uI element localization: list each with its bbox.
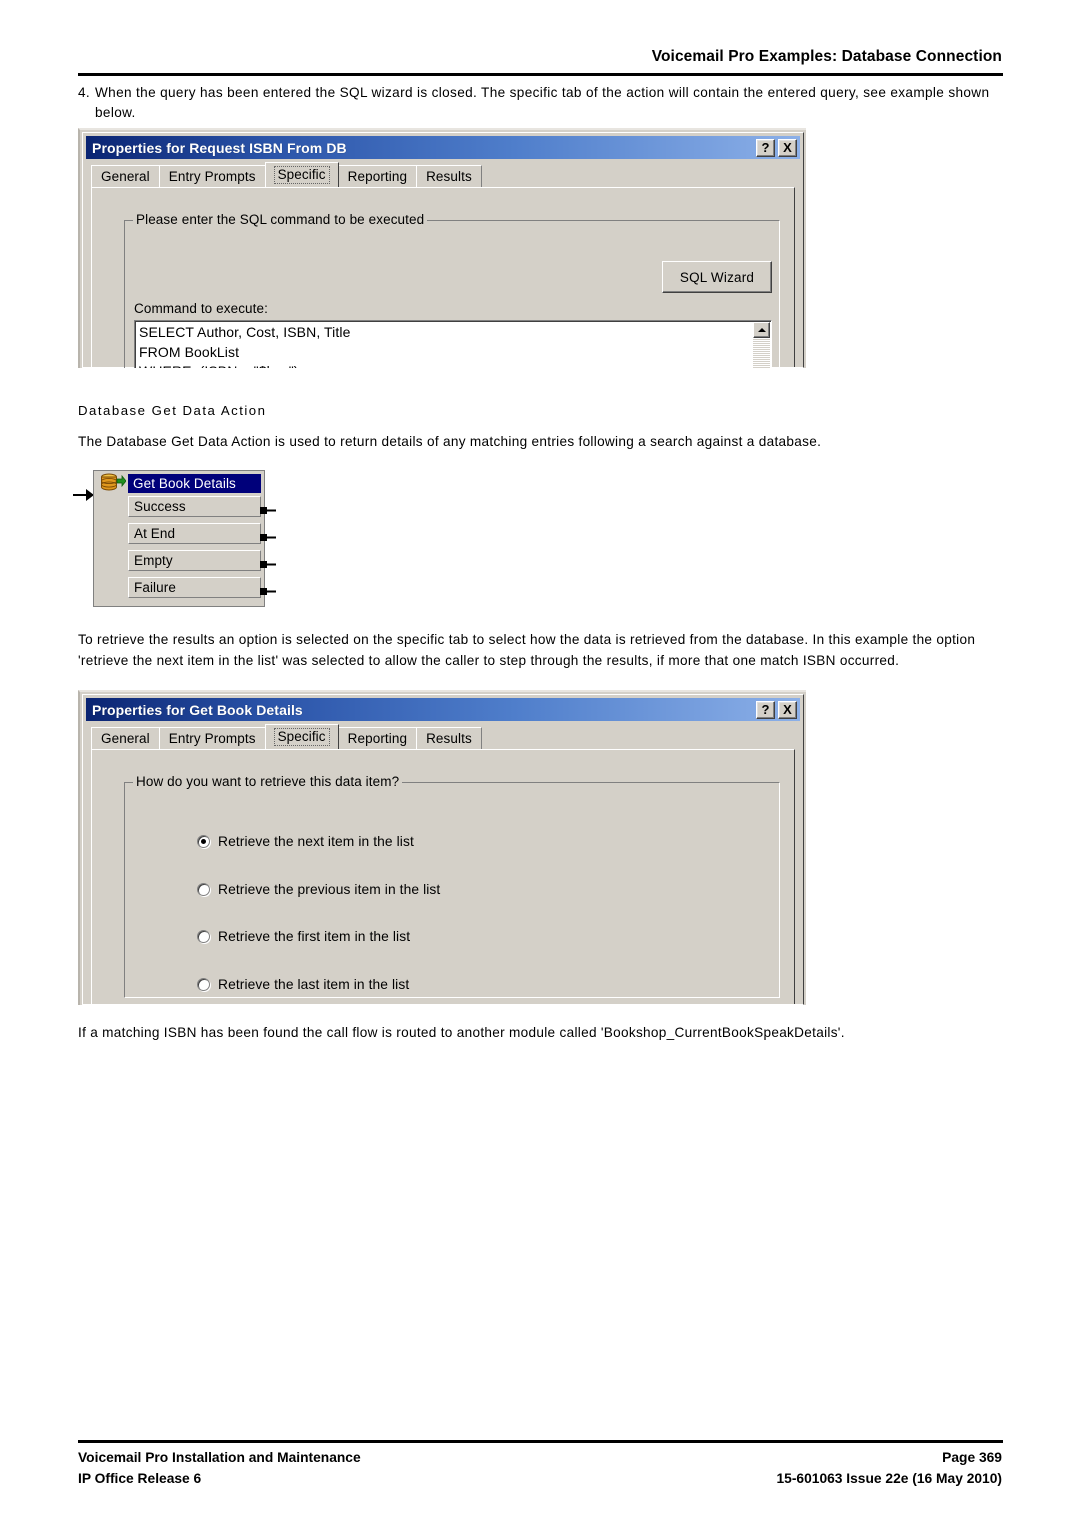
tab-reporting-2-label: Reporting xyxy=(347,731,408,746)
sql-command-value: SELECT Author, Cost, ISBN, Title FROM Bo… xyxy=(139,324,351,368)
sql-wizard-button[interactable]: SQL Wizard xyxy=(662,261,772,293)
radio-first-label: Retrieve the first item in the list xyxy=(218,929,411,944)
properties-dialog-request-isbn[interactable]: Properties for Request ISBN From DB ? X … xyxy=(78,128,806,368)
scrollbar-up-icon[interactable] xyxy=(753,322,770,338)
numbered-step-4: 4. When the query has been entered the S… xyxy=(78,83,1008,123)
footer-left-line1: Voicemail Pro Installation and Maintenan… xyxy=(78,1450,361,1465)
command-to-execute-label: Command to execute: xyxy=(134,301,268,316)
step-text: When the query has been entered the SQL … xyxy=(95,85,990,120)
sql-command-textarea[interactable]: SELECT Author, Cost, ISBN, Title FROM Bo… xyxy=(134,320,772,368)
properties-dialog-get-book-details[interactable]: Properties for Get Book Details ? X Gene… xyxy=(78,690,806,1005)
tab-results-label: Results xyxy=(426,169,472,184)
flow-pin-failure[interactable] xyxy=(260,583,276,595)
dialog1-titlebar-buttons: ? X xyxy=(756,138,797,157)
footer-right-line1: Page 369 xyxy=(942,1450,1002,1465)
close-button[interactable]: X xyxy=(778,138,797,157)
tab-general-2[interactable]: General xyxy=(91,727,160,749)
flow-connection-at-end[interactable]: At End xyxy=(128,523,261,544)
tab-general-label: General xyxy=(101,169,150,184)
close-button-2[interactable]: X xyxy=(778,700,797,719)
tab-entry-prompts-2-label: Entry Prompts xyxy=(168,731,256,746)
footer-right: Page 369 15-601063 Issue 22e (16 May 201… xyxy=(776,1447,1002,1489)
dialog2-frame: Properties for Get Book Details ? X Gene… xyxy=(82,694,804,1005)
tab-general-2-label: General xyxy=(101,731,150,746)
dialog2-title: Properties for Get Book Details xyxy=(92,701,303,718)
paragraph-routed: If a matching ISBN has been found the ca… xyxy=(78,1025,845,1040)
radio-first-icon[interactable] xyxy=(197,930,210,943)
flow-input-arrow-icon xyxy=(73,487,95,503)
footer-left-line2: IP Office Release 6 xyxy=(78,1471,202,1486)
radio-retrieve-last[interactable]: Retrieve the last item in the list xyxy=(197,977,409,992)
dialog1-tabstrip: General Entry Prompts Specific Reporting… xyxy=(91,162,795,187)
help-button-2[interactable]: ? xyxy=(756,700,775,719)
tab-reporting[interactable]: Reporting xyxy=(337,165,418,187)
dialog2-tabstrip: General Entry Prompts Specific Reporting… xyxy=(91,724,795,749)
footer-left: Voicemail Pro Installation and Maintenan… xyxy=(78,1447,361,1489)
flow-connection-empty[interactable]: Empty xyxy=(128,550,261,571)
dialog1-title: Properties for Request ISBN From DB xyxy=(92,139,347,156)
tab-entry-prompts[interactable]: Entry Prompts xyxy=(158,165,266,187)
tab-specific-label: Specific xyxy=(273,166,330,184)
tab-specific[interactable]: Specific xyxy=(264,162,339,187)
flow-pin-success[interactable] xyxy=(260,502,276,514)
database-icon xyxy=(100,473,127,493)
radio-next-label: Retrieve the next item in the list xyxy=(218,834,414,849)
radio-retrieve-first[interactable]: Retrieve the first item in the list xyxy=(197,929,410,944)
dialog1-titlebar[interactable]: Properties for Request ISBN From DB ? X xyxy=(86,136,800,159)
sql-command-group-label: Please enter the SQL command to be execu… xyxy=(133,212,428,227)
dialog1-tab-panel: Please enter the SQL command to be execu… xyxy=(91,187,795,368)
footer-divider xyxy=(78,1440,1003,1443)
chevron-up-icon xyxy=(757,328,766,332)
dialog-frame: Properties for Request ISBN From DB ? X … xyxy=(82,132,804,368)
dialog2-titlebar-buttons: ? X xyxy=(756,700,797,719)
flow-connection-success[interactable]: Success xyxy=(128,496,261,517)
tab-results-2[interactable]: Results xyxy=(416,727,482,749)
document-page: Voicemail Pro Examples: Database Connect… xyxy=(0,0,1080,1528)
tab-general[interactable]: General xyxy=(91,165,160,187)
tab-reporting-2[interactable]: Reporting xyxy=(337,727,418,749)
tab-specific-2[interactable]: Specific xyxy=(264,724,339,749)
radio-retrieve-next[interactable]: Retrieve the next item in the list xyxy=(197,834,414,849)
radio-next-icon[interactable] xyxy=(197,835,210,848)
help-button[interactable]: ? xyxy=(756,138,775,157)
footer-right-line2: 15-601063 Issue 22e (16 May 2010) xyxy=(776,1471,1002,1486)
tab-specific-2-label: Specific xyxy=(273,728,330,746)
paragraph-retrieve: To retrieve the results an option is sel… xyxy=(78,632,976,668)
tab-entry-prompts-2[interactable]: Entry Prompts xyxy=(158,727,266,749)
section-subheading: Database Get Data Action xyxy=(78,403,267,418)
radio-last-label: Retrieve the last item in the list xyxy=(218,977,410,992)
paragraph-intro: The Database Get Data Action is used to … xyxy=(78,434,822,449)
radio-last-icon[interactable] xyxy=(197,978,210,991)
step-number: 4. xyxy=(78,85,91,100)
retrieve-options-group-label: How do you want to retrieve this data it… xyxy=(133,774,403,789)
page-header-title: Voicemail Pro Examples: Database Connect… xyxy=(651,48,1002,65)
sql-command-scrollbar[interactable] xyxy=(753,322,770,368)
tab-reporting-label: Reporting xyxy=(347,169,408,184)
tab-results[interactable]: Results xyxy=(416,165,482,187)
tab-entry-prompts-label: Entry Prompts xyxy=(168,169,256,184)
header-divider xyxy=(78,73,1003,76)
flow-pin-empty[interactable] xyxy=(260,556,276,568)
radio-retrieve-previous[interactable]: Retrieve the previous item in the list xyxy=(197,882,440,897)
radio-previous-icon[interactable] xyxy=(197,883,210,896)
flow-pin-at-end[interactable] xyxy=(260,529,276,541)
radio-previous-label: Retrieve the previous item in the list xyxy=(218,882,441,897)
dialog2-titlebar[interactable]: Properties for Get Book Details ? X xyxy=(86,698,800,721)
flow-connection-failure[interactable]: Failure xyxy=(128,577,261,598)
flow-action-get-book-details[interactable]: Get Book Details Success At End Empty Fa… xyxy=(93,470,276,607)
dialog2-tab-panel: How do you want to retrieve this data it… xyxy=(91,749,795,1004)
flow-action-title: Get Book Details xyxy=(128,474,261,493)
tab-results-2-label: Results xyxy=(426,731,472,746)
